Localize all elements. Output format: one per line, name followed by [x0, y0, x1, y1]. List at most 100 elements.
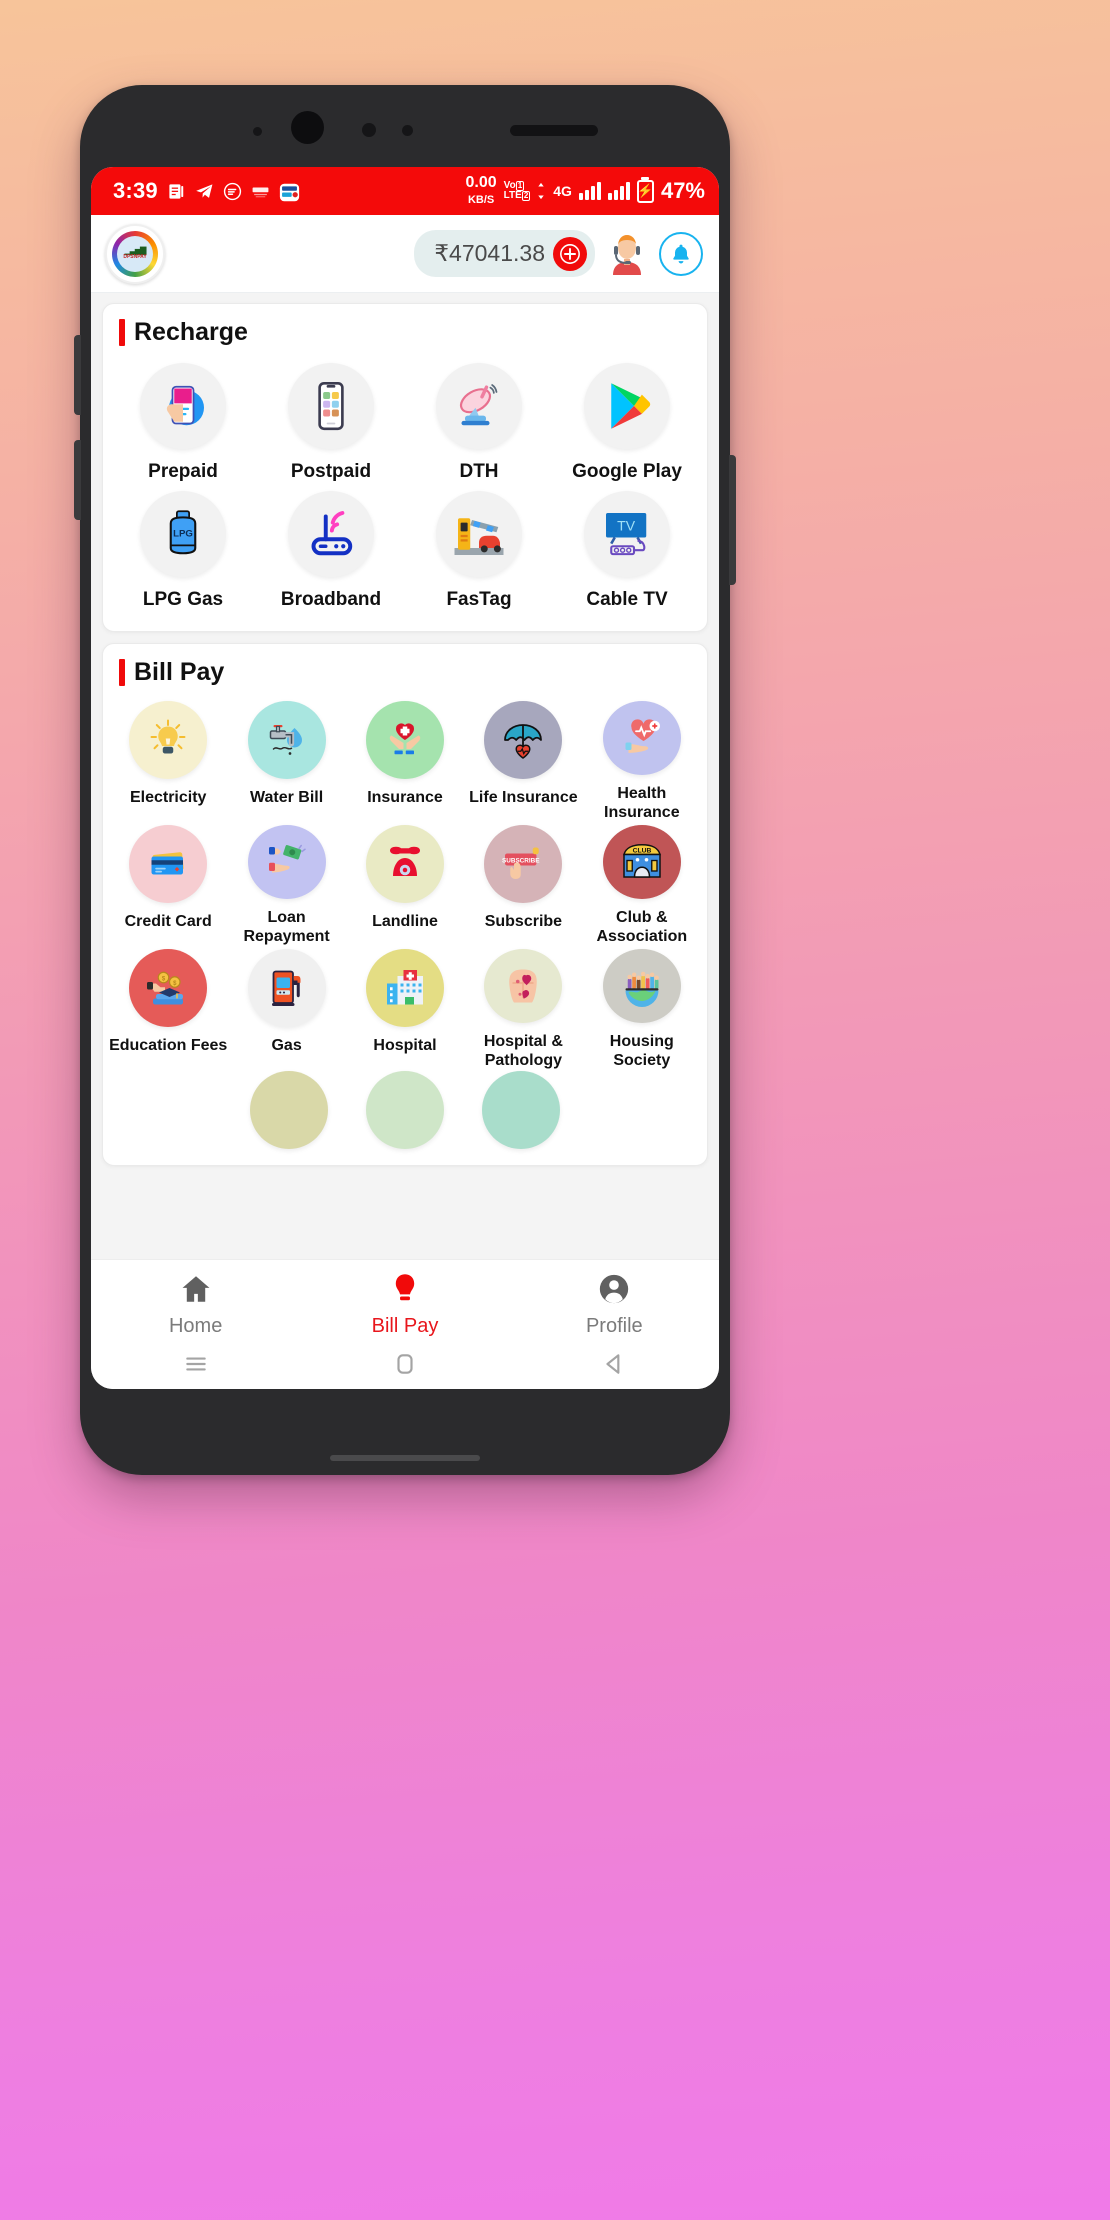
wallet-balance-amount: ₹47041.38 — [434, 240, 545, 266]
recharge-item-label: LPG Gas — [142, 589, 224, 610]
education-money-icon: $ $ — [129, 949, 208, 1027]
content-scroll-area[interactable]: Recharge Prepaid Postpaid DTH Google Pla… — [91, 293, 719, 1259]
wifi-router-icon — [288, 491, 374, 577]
power-button[interactable] — [729, 455, 736, 585]
volte-line-2: LTE — [503, 190, 522, 201]
svg-text:CLUB: CLUB — [632, 847, 651, 854]
bill-item-water-bill[interactable]: Water Bill — [227, 701, 345, 823]
recharge-item-dth[interactable]: DTH — [405, 363, 553, 487]
sensor-dot — [253, 127, 262, 136]
recharge-item-prepaid[interactable]: Prepaid — [109, 363, 257, 487]
support-agent-icon[interactable] — [606, 233, 648, 275]
home-square-icon[interactable] — [392, 1351, 418, 1382]
bill-item-label: Subscribe — [484, 913, 563, 930]
bill-item-label: Health Insurance — [604, 785, 680, 822]
recharge-item-google-play[interactable]: Google Play — [553, 363, 701, 487]
sensor-dot-3 — [402, 125, 413, 136]
cash-exchange-icon — [247, 825, 326, 900]
add-money-button[interactable] — [553, 236, 587, 271]
bill-item-hospital-pathology[interactable]: Hospital & Pathology — [464, 949, 582, 1071]
bill-item-label: Housing Society — [609, 1033, 674, 1070]
header-actions: ₹47041.38 — [414, 230, 703, 277]
bill-item-credit-card[interactable]: Credit Card — [109, 825, 227, 947]
recharge-item-label: DTH — [459, 461, 499, 482]
bill-item-label: Insurance — [367, 789, 443, 806]
recharge-item-fastag[interactable]: FasTag — [405, 491, 553, 615]
hand-holding-phone-icon — [140, 363, 226, 449]
bill-item-label: Life Insurance — [469, 789, 578, 806]
bill-item-label: Water Bill — [249, 789, 324, 806]
android-system-nav — [91, 1343, 719, 1389]
bill-item-hospital[interactable]: Hospital — [346, 949, 464, 1071]
bill-pay-section-title: Bill Pay — [109, 658, 701, 693]
credit-card-icon — [129, 825, 208, 903]
light-bulb-icon — [129, 701, 208, 779]
profile-icon — [597, 1272, 631, 1311]
bill-item-health-insurance[interactable]: Health Insurance — [583, 701, 701, 823]
bank-app-icon — [279, 182, 299, 201]
phone-bottom-bezel — [330, 1455, 480, 1461]
recharge-item-label: Broadband — [280, 589, 382, 610]
umbrella-heart-icon — [484, 701, 563, 779]
bill-item-insurance[interactable]: Insurance — [346, 701, 464, 823]
human-torso-icon — [484, 949, 563, 1024]
people-globe-icon — [602, 949, 681, 1024]
bottom-nav-item-bill-pay[interactable]: Bill Pay — [300, 1260, 509, 1343]
heart-pulse-hand-icon — [602, 701, 681, 776]
recharge-section-title: Recharge — [109, 318, 701, 353]
recharge-item-broadband[interactable]: Broadband — [257, 491, 405, 615]
bill-item-label: Electricity — [129, 789, 207, 806]
bell-icon[interactable] — [659, 231, 703, 276]
phone-device: 3:39 0.00 KB/S Vo 1 LTE 2 4G ⚡ 47% ▁▃▅▇ … — [74, 85, 736, 1475]
bottom-navigation: Home Bill Pay Profile — [91, 1259, 719, 1389]
bottom-nav-item-profile[interactable]: Profile — [510, 1260, 719, 1343]
bulb-icon — [388, 1272, 422, 1311]
bottom-nav-label: Home — [168, 1314, 223, 1337]
wallet-balance-pill[interactable]: ₹47041.38 — [414, 230, 595, 277]
recharge-title-text: Recharge — [134, 318, 248, 346]
recharge-item-postpaid[interactable]: Postpaid — [257, 363, 405, 487]
svg-text:LPG: LPG — [173, 529, 193, 540]
recharge-item-lpg-gas[interactable]: LPG LPG Gas — [109, 491, 257, 615]
notes-icon — [167, 182, 186, 201]
bill-item-club-association[interactable]: CLUB Club & Association — [583, 825, 701, 947]
bill-pay-title-text: Bill Pay — [134, 658, 225, 686]
bottom-nav-item-home[interactable]: Home — [91, 1260, 300, 1343]
bill-item-landline[interactable]: Landline — [346, 825, 464, 947]
bill-item-label: Landline — [372, 913, 438, 930]
recharge-item-label: Cable TV — [586, 589, 668, 610]
status-bar-clock: 3:39 — [113, 178, 158, 203]
app-logo[interactable]: ▁▃▅▇ DPSNPAY — [105, 223, 165, 284]
back-triangle-icon[interactable] — [601, 1351, 627, 1382]
battery-percentage: 47% — [660, 178, 705, 203]
earpiece-speaker — [510, 125, 598, 136]
hospital-building-icon — [365, 949, 444, 1027]
bill-item-subscribe[interactable]: SUBSCRIBE Subscribe — [464, 825, 582, 947]
volte-icon: Vo 1 LTE 2 — [503, 180, 531, 202]
recharge-item-cable-tv[interactable]: TV Cable TV — [553, 491, 701, 615]
data-transfer-arrows-icon — [537, 182, 546, 201]
landline-phone-icon — [365, 825, 444, 903]
bill-item-label: Loan Repayment — [243, 909, 330, 946]
bill-item-loan-repayment[interactable]: Loan Repayment — [227, 825, 345, 947]
app-header: ▁▃▅▇ DPSNPAY ₹47041.38 — [91, 215, 719, 293]
signal-bars-sim2-icon — [607, 182, 630, 200]
lpg-cylinder-icon: LPG — [140, 491, 226, 577]
recharge-item-label: Postpaid — [290, 461, 372, 482]
bill-item-education-fees[interactable]: $ $ Education Fees — [109, 949, 227, 1071]
network-type-label: 4G — [553, 183, 572, 199]
bill-item-housing-society[interactable]: Housing Society — [583, 949, 701, 1071]
section-accent-bar — [119, 659, 125, 686]
recharge-grid: Prepaid Postpaid DTH Google Play LPG LPG… — [109, 353, 701, 615]
bill-item-life-insurance[interactable]: Life Insurance — [464, 701, 582, 823]
bill-item-label: Credit Card — [124, 913, 212, 930]
bill-item-electricity[interactable]: Electricity — [109, 701, 227, 823]
bill-item-gas[interactable]: Gas — [227, 949, 345, 1071]
status-bar-right: 0.00 KB/S Vo 1 LTE 2 4G ⚡ 47% — [466, 175, 705, 207]
section-accent-bar — [119, 319, 125, 346]
recents-icon[interactable] — [183, 1351, 209, 1382]
svg-text:SUBSCRIBE: SUBSCRIBE — [502, 858, 539, 865]
bill-item-label: Education Fees — [109, 1037, 228, 1054]
front-camera — [291, 111, 324, 144]
bill-pay-next-row-peek[interactable] — [109, 1071, 701, 1149]
